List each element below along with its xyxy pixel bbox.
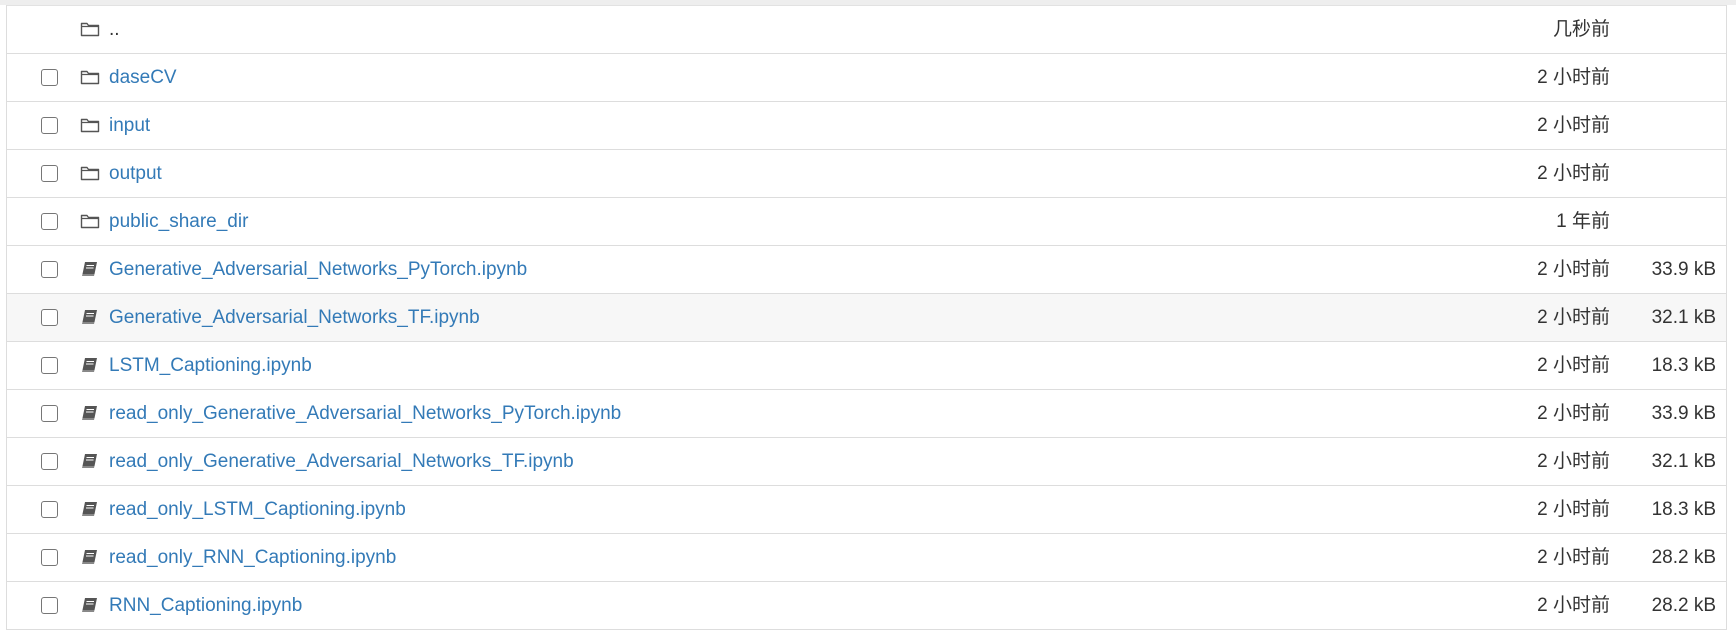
item-checkbox[interactable]: [41, 261, 58, 278]
list-item[interactable]: Generative_Adversarial_Networks_PyTorch.…: [7, 245, 1726, 293]
item-size: 18.3 kB: [1651, 499, 1716, 520]
item-modified: 2 小时前: [1537, 115, 1610, 136]
item-checkbox[interactable]: [41, 549, 58, 566]
item-name-link[interactable]: read_only_Generative_Adversarial_Network…: [109, 438, 574, 485]
folder-icon: [80, 164, 100, 182]
item-checkbox[interactable]: [41, 69, 58, 86]
item-checkbox[interactable]: [41, 453, 58, 470]
item-modified: 几秒前: [1552, 19, 1610, 40]
list-item-parent-dir[interactable]: .. 几秒前: [7, 5, 1726, 53]
notebook-icon: [80, 596, 100, 614]
item-modified: 2 小时前: [1537, 355, 1610, 376]
item-modified: 2 小时前: [1537, 163, 1610, 184]
item-modified: 2 小时前: [1537, 547, 1610, 568]
item-checkbox[interactable]: [41, 597, 58, 614]
item-size: 32.1 kB: [1651, 307, 1716, 328]
item-modified: 2 小时前: [1537, 259, 1610, 280]
folder-icon: [80, 116, 100, 134]
item-checkbox[interactable]: [41, 357, 58, 374]
list-item[interactable]: LSTM_Captioning.ipynb 2 小时前 18.3 kB: [7, 341, 1726, 389]
item-modified: 2 小时前: [1537, 67, 1610, 88]
item-size: 18.3 kB: [1651, 355, 1716, 376]
list-item[interactable]: output 2 小时前: [7, 149, 1726, 197]
item-checkbox[interactable]: [41, 117, 58, 134]
file-browser: .. 几秒前 daseCV 2 小时前 input 2 小时前 output 2…: [0, 0, 1736, 642]
list-item[interactable]: read_only_RNN_Captioning.ipynb 2 小时前 28.…: [7, 533, 1726, 581]
folder-icon: [80, 20, 100, 38]
item-name-link[interactable]: read_only_Generative_Adversarial_Network…: [109, 390, 621, 437]
item-checkbox[interactable]: [41, 501, 58, 518]
list-item[interactable]: read_only_LSTM_Captioning.ipynb 2 小时前 18…: [7, 485, 1726, 533]
notebook-icon: [80, 452, 100, 470]
notebook-icon: [80, 260, 100, 278]
item-size: 32.1 kB: [1651, 451, 1716, 472]
item-name-link[interactable]: RNN_Captioning.ipynb: [109, 582, 302, 629]
list-item[interactable]: read_only_Generative_Adversarial_Network…: [7, 389, 1726, 437]
list-item[interactable]: daseCV 2 小时前: [7, 53, 1726, 101]
item-name-link[interactable]: ..: [109, 6, 120, 53]
item-size: 33.9 kB: [1651, 259, 1716, 280]
item-size: 28.2 kB: [1651, 595, 1716, 616]
item-size: 28.2 kB: [1651, 547, 1716, 568]
item-name-link[interactable]: Generative_Adversarial_Networks_TF.ipynb: [109, 294, 480, 341]
list-item[interactable]: Generative_Adversarial_Networks_TF.ipynb…: [7, 293, 1726, 341]
folder-icon: [80, 68, 100, 86]
item-name-link[interactable]: read_only_RNN_Captioning.ipynb: [109, 534, 396, 581]
item-name-link[interactable]: read_only_LSTM_Captioning.ipynb: [109, 486, 406, 533]
list-item[interactable]: read_only_Generative_Adversarial_Network…: [7, 437, 1726, 485]
item-name-link[interactable]: input: [109, 102, 150, 149]
item-modified: 2 小时前: [1537, 499, 1610, 520]
item-name-link[interactable]: daseCV: [109, 54, 177, 101]
notebook-icon: [80, 356, 100, 374]
item-modified: 2 小时前: [1537, 403, 1610, 424]
notebook-icon: [80, 500, 100, 518]
item-checkbox[interactable]: [41, 165, 58, 182]
item-modified: 2 小时前: [1537, 595, 1610, 616]
folder-icon: [80, 212, 100, 230]
list-item[interactable]: public_share_dir 1 年前: [7, 197, 1726, 245]
item-size: 33.9 kB: [1651, 403, 1716, 424]
item-name-link[interactable]: public_share_dir: [109, 198, 248, 245]
item-modified: 1 年前: [1556, 211, 1610, 232]
list-item[interactable]: RNN_Captioning.ipynb 2 小时前 28.2 kB: [7, 581, 1726, 629]
item-modified: 2 小时前: [1537, 307, 1610, 328]
item-checkbox[interactable]: [41, 309, 58, 326]
notebook-icon: [80, 404, 100, 422]
file-list: .. 几秒前 daseCV 2 小时前 input 2 小时前 output 2…: [6, 5, 1727, 630]
item-modified: 2 小时前: [1537, 451, 1610, 472]
item-checkbox[interactable]: [41, 405, 58, 422]
item-name-link[interactable]: LSTM_Captioning.ipynb: [109, 342, 312, 389]
notebook-icon: [80, 308, 100, 326]
item-checkbox[interactable]: [41, 213, 58, 230]
list-item[interactable]: input 2 小时前: [7, 101, 1726, 149]
item-name-link[interactable]: output: [109, 150, 162, 197]
notebook-icon: [80, 548, 100, 566]
item-name-link[interactable]: Generative_Adversarial_Networks_PyTorch.…: [109, 246, 527, 293]
